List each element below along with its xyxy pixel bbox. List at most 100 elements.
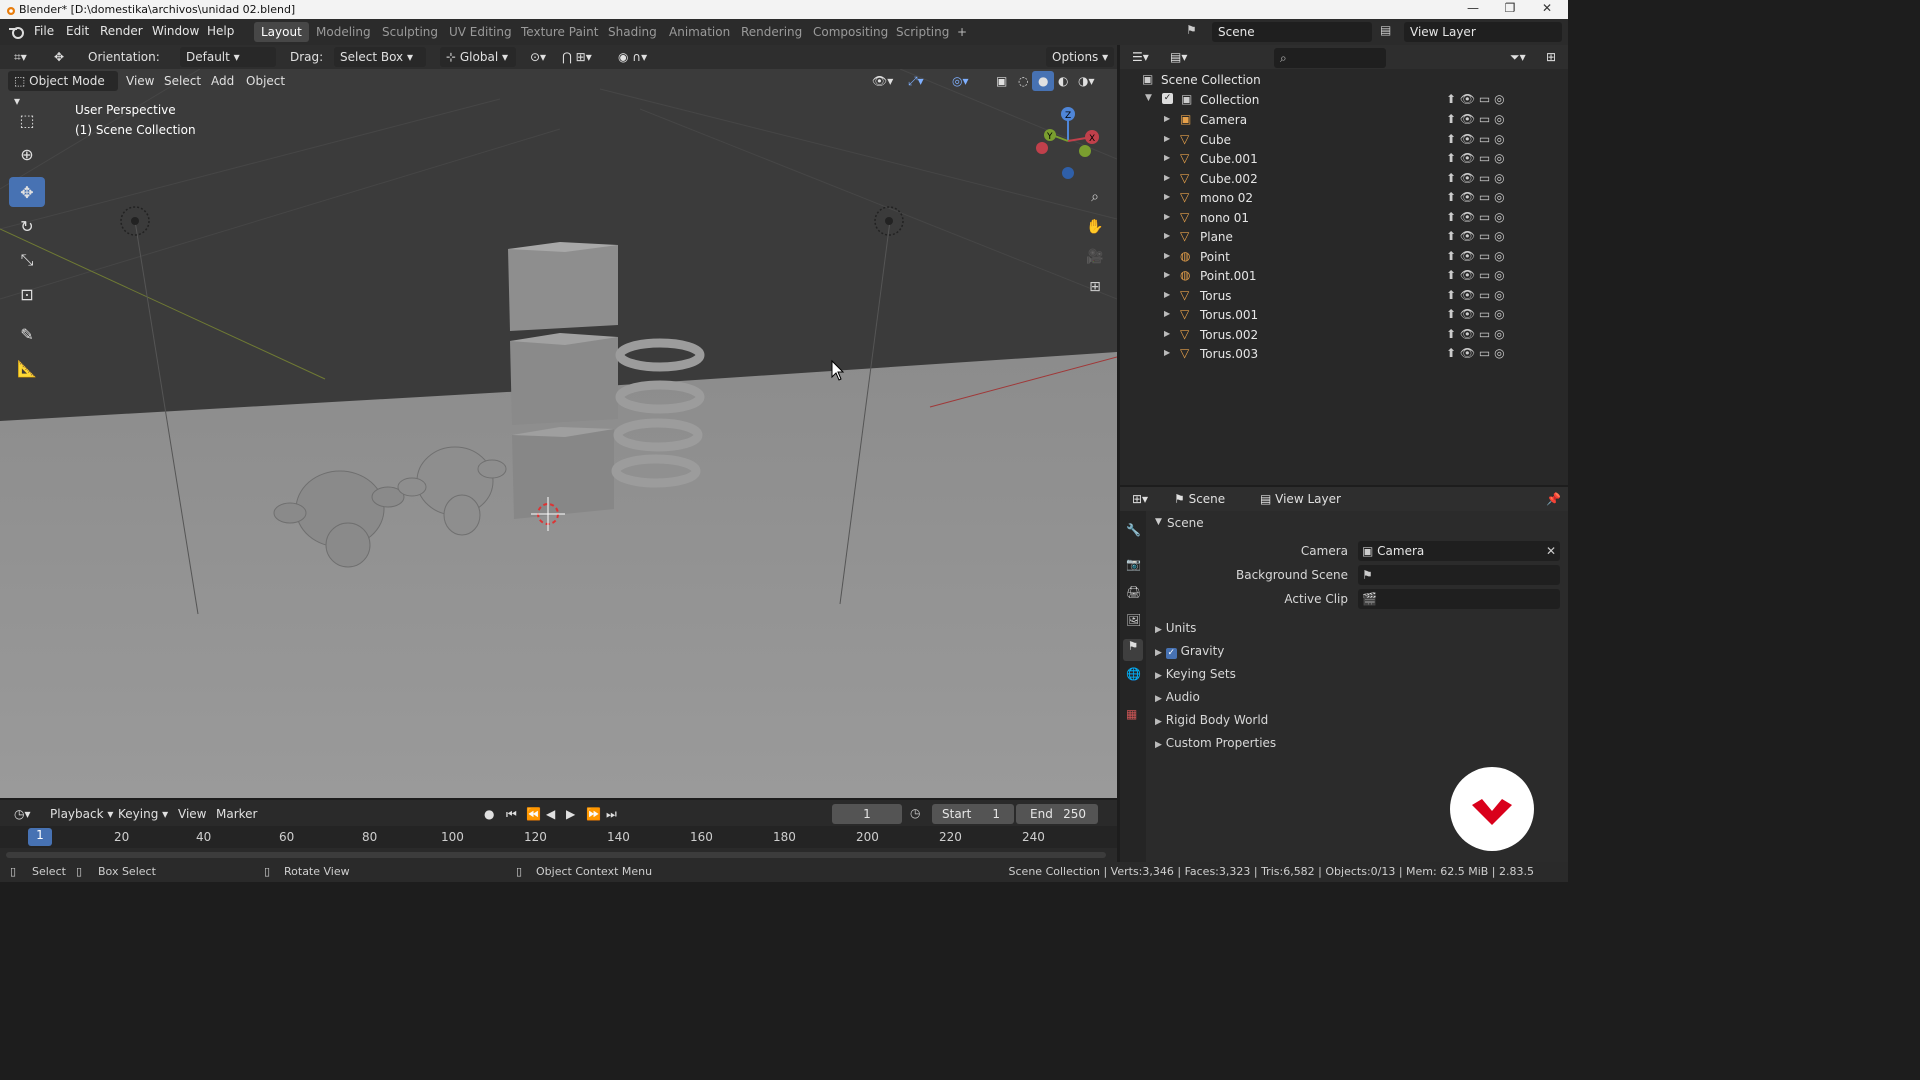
outliner-editor-type-icon[interactable]: ☰▾: [1126, 47, 1155, 67]
timeline-view-menu[interactable]: View: [172, 804, 212, 824]
menu-window[interactable]: Window: [152, 24, 199, 38]
blender-menu-icon[interactable]: [8, 25, 24, 39]
current-frame-field[interactable]: 1: [832, 804, 902, 824]
render-tab-icon[interactable]: 📷: [1126, 557, 1141, 571]
row-visibility-icons[interactable]: ⬆ 👁 ▭ ◎: [1446, 132, 1505, 146]
row-visibility-icons[interactable]: ⬆ 👁 ▭ ◎: [1446, 210, 1505, 224]
scene-tab-icon[interactable]: ⚑: [1123, 639, 1143, 661]
pan-hand-icon[interactable]: ✋: [1083, 215, 1107, 239]
properties-scene-tab[interactable]: ⚑ Scene: [1168, 489, 1231, 509]
row-visibility-icons[interactable]: ⬆ 👁 ▭ ◎: [1446, 288, 1505, 302]
playback-menu[interactable]: Playback ▾: [44, 804, 119, 824]
units-panel[interactable]: ▶ Units: [1155, 621, 1196, 635]
tab-sculpting[interactable]: Sculpting: [375, 22, 445, 42]
expand-arrow-icon[interactable]: ▶: [1164, 270, 1170, 279]
outliner-row[interactable]: ▶ ▽ Torus.003 ⬆ 👁 ▭ ◎: [1120, 345, 1568, 364]
xray-toggle-icon[interactable]: ▣: [990, 71, 1013, 91]
view-menu[interactable]: View: [120, 71, 160, 91]
texture-tab-icon[interactable]: ▦: [1126, 707, 1137, 721]
gravity-checkbox[interactable]: ✓: [1165, 648, 1177, 659]
row-visibility-icons[interactable]: ⬆ 👁 ▭ ◎: [1446, 268, 1505, 282]
camera-view-icon[interactable]: 🎥: [1083, 245, 1107, 269]
new-collection-icon[interactable]: ⊞: [1540, 47, 1562, 67]
close-icon[interactable]: ✕: [1532, 1, 1562, 15]
object-menu[interactable]: Object: [240, 71, 291, 91]
pivot-icon[interactable]: ⊙▾: [524, 47, 552, 67]
outliner-row[interactable]: ▶ ▣ Camera ⬆ 👁 ▭ ◎: [1120, 111, 1568, 130]
restore-icon[interactable]: ❐: [1495, 1, 1525, 15]
tab-layout[interactable]: Layout: [254, 22, 309, 42]
proportional-editing-icon[interactable]: ◉ ∩▾: [612, 47, 653, 67]
preview-range-icon[interactable]: ◷: [910, 806, 920, 820]
select-menu[interactable]: Select: [158, 71, 207, 91]
end-frame-field[interactable]: End 250: [1016, 804, 1098, 824]
options-dropdown[interactable]: Options ▾: [1046, 47, 1115, 67]
add-menu[interactable]: Add: [205, 71, 240, 91]
properties-view-layer-tab[interactable]: ▤ View Layer: [1254, 489, 1347, 509]
output-tab-icon[interactable]: 🖨: [1126, 585, 1141, 599]
start-frame-field[interactable]: Start 1: [932, 804, 1014, 824]
gizmo-toggle-icon[interactable]: ⤢▾: [902, 71, 930, 91]
zoom-icon[interactable]: ⌕: [1083, 185, 1107, 209]
pin-icon[interactable]: 📌: [1540, 489, 1567, 509]
row-visibility-icons[interactable]: ⬆ 👁 ▭ ◎: [1446, 229, 1505, 243]
outliner-row[interactable]: ▶ ▽ Torus ⬆ 👁 ▭ ◎: [1120, 287, 1568, 306]
cursor-tool-icon[interactable]: ⊕: [9, 139, 45, 169]
editor-type-icon[interactable]: ⌗▾: [8, 47, 33, 67]
expand-arrow-icon[interactable]: ▶: [1164, 290, 1170, 299]
row-visibility-icons[interactable]: ⬆ 👁 ▭ ◎: [1446, 112, 1505, 126]
expand-arrow-icon[interactable]: ▶: [1164, 173, 1170, 182]
mode-dropdown[interactable]: ⬚ Object Mode ▾: [8, 71, 118, 108]
outliner-row-scene-collection[interactable]: ▣ Scene Collection: [1120, 71, 1568, 90]
perspective-toggle-icon[interactable]: ⊞: [1083, 275, 1107, 299]
view-layer-tab-icon[interactable]: 🖼: [1126, 613, 1141, 627]
menu-file[interactable]: File: [34, 24, 54, 38]
select-box-tool-icon[interactable]: ⬚: [9, 105, 45, 135]
scene-selector[interactable]: Scene: [1212, 22, 1372, 42]
add-workspace-icon[interactable]: +: [950, 22, 974, 42]
outliner-row[interactable]: ▶ ▽ Torus.001 ⬆ 👁 ▭ ◎: [1120, 306, 1568, 325]
outliner-row[interactable]: ▶ ◍ Point ⬆ 👁 ▭ ◎: [1120, 248, 1568, 267]
row-visibility-icons[interactable]: ⬆ 👁 ▭ ◎: [1446, 190, 1505, 204]
record-icon[interactable]: ●: [478, 804, 500, 824]
display-mode-icon[interactable]: ▤▾: [1164, 47, 1193, 67]
row-visibility-icons[interactable]: ⬆ 👁 ▭ ◎: [1446, 307, 1505, 321]
row-visibility-icons[interactable]: ⬆ 👁 ▭ ◎: [1446, 151, 1505, 165]
keying-sets-panel[interactable]: ▶ Keying Sets: [1155, 667, 1236, 681]
orientation-dropdown[interactable]: Default ▾: [180, 47, 276, 67]
expand-arrow-icon[interactable]: ▶: [1164, 192, 1170, 201]
move-tool-icon[interactable]: ✥: [48, 47, 70, 67]
expand-arrow-icon[interactable]: ▶: [1164, 134, 1170, 143]
timeline-editor-type-icon[interactable]: ◷▾: [8, 804, 37, 824]
menu-help[interactable]: Help: [207, 24, 234, 38]
active-clip-field[interactable]: 🎬: [1358, 589, 1560, 609]
tab-compositing[interactable]: Compositing: [806, 22, 895, 42]
collection-checkbox[interactable]: ✓: [1162, 93, 1173, 104]
rigid-body-world-panel[interactable]: ▶ Rigid Body World: [1155, 713, 1268, 727]
overlay-toggle-icon[interactable]: ◎▾: [946, 71, 975, 91]
outliner-row[interactable]: ▶ ▽ mono 02 ⬆ 👁 ▭ ◎: [1120, 189, 1568, 208]
row-visibility-icons[interactable]: ⬆ 👁 ▭ ◎: [1446, 327, 1505, 341]
outliner-row[interactable]: ▶ ▽ Plane ⬆ 👁 ▭ ◎: [1120, 228, 1568, 247]
transform-orientation-dropdown[interactable]: ⊹ Global ▾: [440, 47, 516, 67]
expand-arrow-icon[interactable]: ▼: [1155, 517, 1162, 527]
outliner-row[interactable]: ▶ ▽ Cube ⬆ 👁 ▭ ◎: [1120, 131, 1568, 150]
jump-end-icon[interactable]: ⏭: [600, 804, 623, 824]
outliner-row[interactable]: ▶ ▽ Cube.002 ⬆ 👁 ▭ ◎: [1120, 170, 1568, 189]
camera-field[interactable]: ▣ Camera ✕: [1358, 541, 1560, 561]
custom-properties-panel[interactable]: ▶ Custom Properties: [1155, 736, 1276, 750]
expand-arrow-icon[interactable]: ▶: [1164, 231, 1170, 240]
tab-uv-editing[interactable]: UV Editing: [442, 22, 519, 42]
row-visibility-icons[interactable]: ⬆ 👁 ▭ ◎: [1446, 249, 1505, 263]
expand-arrow-icon[interactable]: ▶: [1164, 212, 1170, 221]
annotate-tool-icon[interactable]: ✎: [9, 319, 45, 349]
play-reverse-icon[interactable]: ◀: [540, 804, 561, 824]
tab-scripting[interactable]: Scripting: [889, 22, 956, 42]
timeline-scrollbar[interactable]: [6, 852, 1106, 858]
playhead[interactable]: 1: [28, 828, 52, 846]
outliner-row[interactable]: ▶ ▽ nono 01 ⬆ 👁 ▭ ◎: [1120, 209, 1568, 228]
outliner-row[interactable]: ▶ ▽ Torus.002 ⬆ 👁 ▭ ◎: [1120, 326, 1568, 345]
outliner-row-collection[interactable]: ▼ ✓ ▣ Collection ⬆ 👁 ▭ ◎: [1120, 91, 1568, 110]
expand-arrow-icon[interactable]: ▶: [1164, 114, 1170, 123]
filter-icon[interactable]: ⏷▾: [1504, 47, 1532, 67]
